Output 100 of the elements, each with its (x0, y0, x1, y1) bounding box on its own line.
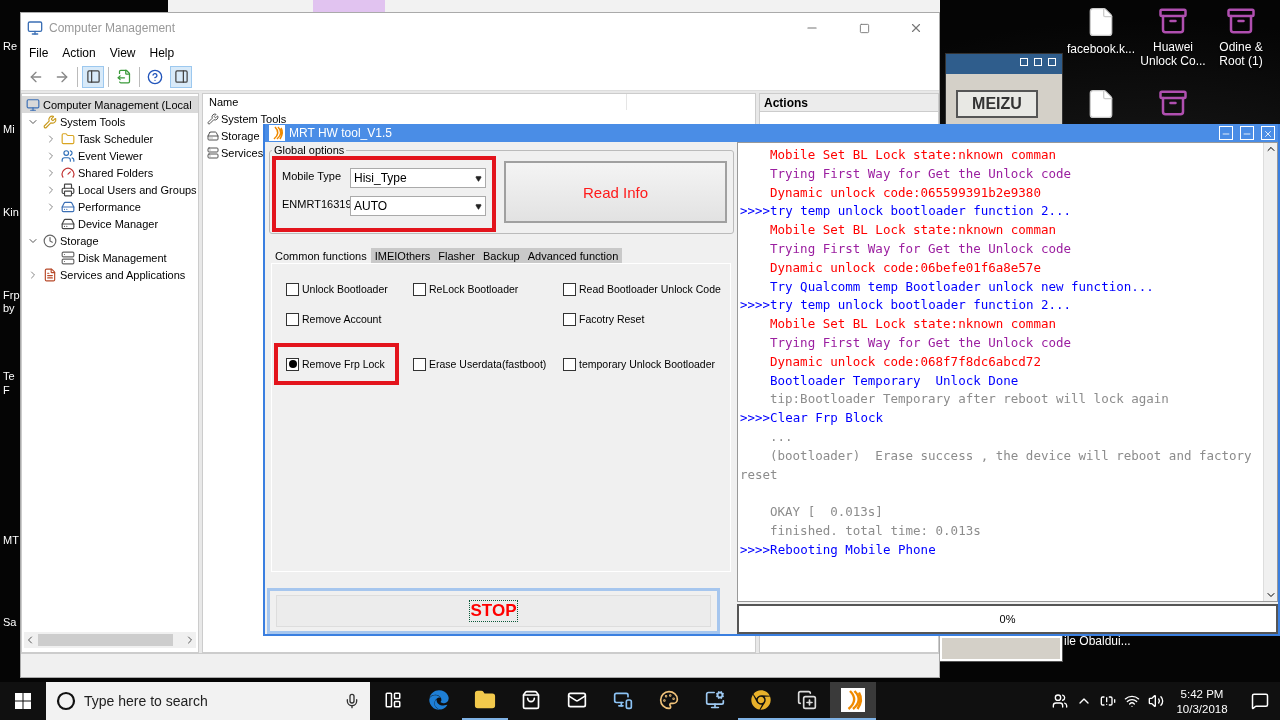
log-line: Mobile Set BL Lock state:nknown comman (769, 146, 1056, 164)
scrollbar[interactable] (1263, 143, 1277, 601)
tree-item[interactable]: Device Manager (78, 217, 159, 230)
tree-item[interactable]: Local Users and Groups (78, 183, 197, 196)
checkbox-label[interactable]: Unlock Bootloader (302, 283, 388, 295)
computer-icon (27, 20, 43, 36)
list-item-icon (207, 129, 219, 142)
log-line: OKAY [ 0.013s] (769, 503, 883, 522)
clock-time[interactable]: 5:42 PM (1180, 687, 1224, 700)
export-icon (116, 69, 132, 84)
tree-item[interactable]: Performance (78, 200, 141, 213)
tree-item[interactable]: Disk Management (78, 251, 167, 264)
tree-node-icon (61, 182, 75, 197)
tree-node-icon (61, 148, 75, 163)
list-item[interactable]: System Tools (221, 112, 287, 125)
tree-item[interactable]: Task Scheduler (78, 132, 154, 145)
checkbox-label[interactable]: temporary Unlock Bootloader (579, 358, 715, 370)
battery-icon[interactable] (1100, 693, 1116, 709)
log-line: >>>>try temp unlock bootloader function 2... (740, 296, 1072, 315)
log-line: (bootloader) Erase success , the device will reboot and factory (769, 446, 1252, 465)
checkbox[interactable] (563, 282, 576, 296)
people-icon[interactable] (1052, 693, 1068, 709)
action-pane-button[interactable] (170, 65, 192, 88)
show-pane-button[interactable] (82, 65, 104, 88)
checkbox[interactable] (563, 312, 576, 326)
panel-icon (85, 69, 101, 84)
tree-node-icon (61, 199, 75, 214)
microphone-icon[interactable] (344, 693, 360, 709)
checkbox[interactable] (286, 282, 299, 296)
checkbox-label[interactable]: Remove Frp Lock (302, 358, 385, 370)
list-item[interactable]: Storage (221, 129, 260, 142)
desktop-icon-label: Frp (3, 289, 20, 301)
notifications-icon[interactable] (1251, 692, 1269, 710)
checkbox[interactable] (413, 357, 426, 371)
tree-node-icon (61, 216, 75, 231)
checkbox[interactable] (286, 312, 299, 326)
desktop-icon-label[interactable]: facebook.k... (1065, 42, 1137, 56)
log-line: Trying First Way for Get the Unlock code (769, 240, 1072, 258)
column-header[interactable]: Name (209, 96, 239, 108)
log-line: Dynamic unlock code:068f7f8dc6abcd72 (769, 352, 1041, 371)
tree-item[interactable]: Event Viewer (78, 149, 143, 162)
caret-icon (475, 202, 482, 210)
tree-item[interactable]: Services and Applications (60, 268, 186, 281)
minimize-button[interactable] (1240, 126, 1254, 140)
menu-item[interactable]: File (29, 46, 49, 60)
volume-icon[interactable] (1148, 693, 1164, 709)
archive-icon[interactable] (1226, 6, 1256, 36)
checkbox-label[interactable]: Facotry Reset (579, 313, 645, 325)
log-line: >>>>try temp unlock bootloader function 2... (740, 202, 1072, 221)
browser-icon (429, 690, 449, 710)
checkbox-label[interactable]: Erase Userdata(fastboot) (429, 358, 547, 370)
dropdown-field[interactable]: AUTO (350, 196, 486, 216)
checkbox-label[interactable]: Remove Account (302, 313, 382, 325)
log-line: Bootloader Temporary Unlock Done (769, 371, 1019, 390)
archive-icon[interactable] (1158, 88, 1188, 118)
desktop-icon-label: Mi (3, 123, 15, 135)
list-item[interactable]: Services (221, 146, 264, 159)
windows-stack-icon (797, 690, 817, 710)
desktop-icon-label: F (3, 384, 10, 396)
menu-item[interactable]: View (109, 46, 136, 60)
tree-node-icon (43, 267, 57, 282)
tree-item[interactable]: Shared Folders (78, 166, 154, 179)
tree-item[interactable]: Storage (60, 234, 99, 247)
close-button[interactable] (1261, 126, 1275, 140)
clock-date[interactable]: 10/3/2018 (1176, 702, 1228, 715)
checkbox-label[interactable]: Read Bootloader Unlock Code (579, 283, 721, 295)
checkbox[interactable] (286, 357, 299, 371)
tree-node-icon (43, 114, 57, 129)
desktop-icon-label: by (3, 302, 15, 314)
menu-item[interactable]: Action (62, 46, 96, 60)
log-line: Mobile Set BL Lock state:nknown comman (769, 315, 1056, 334)
log-line: >>>>Rebooting Mobile Phone (740, 540, 936, 559)
meizu-button[interactable]: MEIZU (956, 90, 1038, 118)
checkbox[interactable] (413, 282, 426, 296)
checkbox[interactable] (563, 357, 576, 371)
windows-icon[interactable] (15, 693, 31, 709)
close-icon (909, 21, 923, 35)
tab[interactable]: IMEIOthers (370, 248, 435, 263)
checkbox-label[interactable]: ReLock Bootloader (429, 283, 519, 295)
log-line: finished. total time: 0.013s (769, 521, 981, 540)
taskbar-button[interactable] (830, 682, 876, 720)
archive-icon[interactable] (1158, 6, 1188, 36)
close-icon (1263, 129, 1273, 139)
dropdown-field[interactable]: Hisi_Type (350, 168, 486, 188)
folder-icon (474, 689, 496, 711)
scrollbar[interactable] (24, 632, 196, 648)
search-field[interactable]: Type here to search (46, 682, 370, 720)
tab[interactable]: Advanced function (523, 248, 623, 263)
log-line: Trying First Way for Get the Unlock code (769, 164, 1072, 183)
menu-item[interactable]: Help (149, 46, 175, 60)
minimize-button[interactable] (1219, 126, 1233, 140)
log-line: Try Qualcomm temp Bootloader unlock new function... (769, 277, 1154, 296)
tree-item[interactable]: System Tools (60, 115, 126, 128)
list-item-icon (207, 146, 219, 159)
wifi-icon[interactable] (1124, 693, 1140, 709)
help-icon (147, 68, 163, 85)
log-line: Mobile Set BL Lock state:nknown comman (769, 221, 1056, 240)
tab[interactable]: Backup (479, 248, 524, 263)
tab[interactable]: Flasher (434, 248, 480, 263)
desktop-icon-label: Kin (3, 206, 19, 218)
